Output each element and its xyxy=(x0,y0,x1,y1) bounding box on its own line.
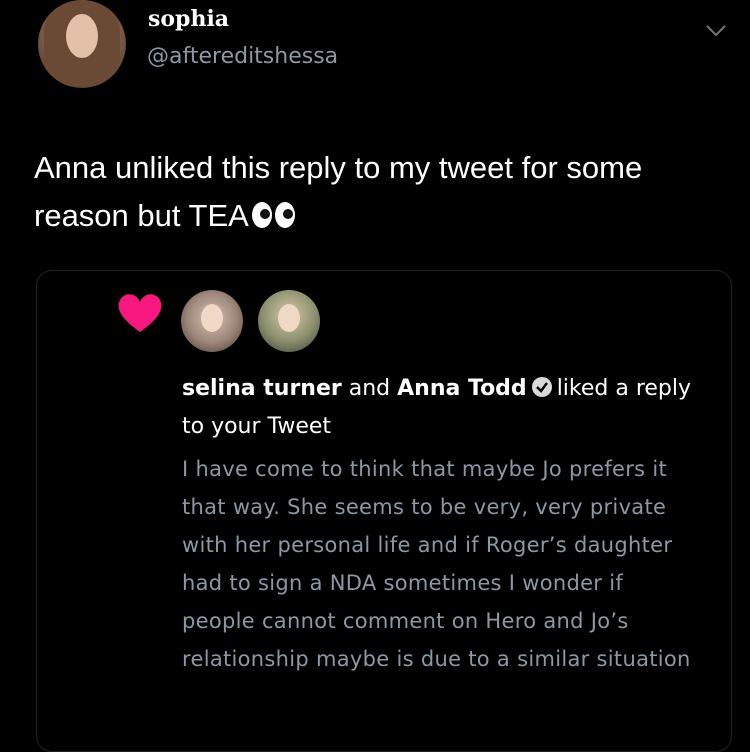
tweet-header: sophia @aftereditshessa xyxy=(0,0,750,110)
liker-avatar-1[interactable] xyxy=(181,290,243,352)
liker-name-2[interactable]: Anna Todd xyxy=(397,376,527,401)
author-avatar[interactable] xyxy=(38,0,126,88)
notification-summary: selina turner and Anna Todd liked a repl… xyxy=(182,370,702,446)
reply-text: I have come to think that maybe Jo prefe… xyxy=(182,457,691,671)
liker-name-1[interactable]: selina turner xyxy=(182,376,342,401)
tweet-text: Anna unliked this reply to my tweet for … xyxy=(34,144,724,240)
author-display-name[interactable]: sophia xyxy=(148,6,229,32)
eyes-emoji-icon xyxy=(251,202,295,228)
chevron-down-icon[interactable] xyxy=(704,22,728,40)
heart-icon xyxy=(118,294,162,332)
liker-avatar-2[interactable] xyxy=(258,290,320,352)
author-handle[interactable]: @aftereditshessa xyxy=(147,44,338,69)
conjunction-text: and xyxy=(348,376,391,401)
verified-badge-icon xyxy=(531,377,552,397)
tweet-body: Anna unliked this reply to my tweet for … xyxy=(34,150,643,233)
